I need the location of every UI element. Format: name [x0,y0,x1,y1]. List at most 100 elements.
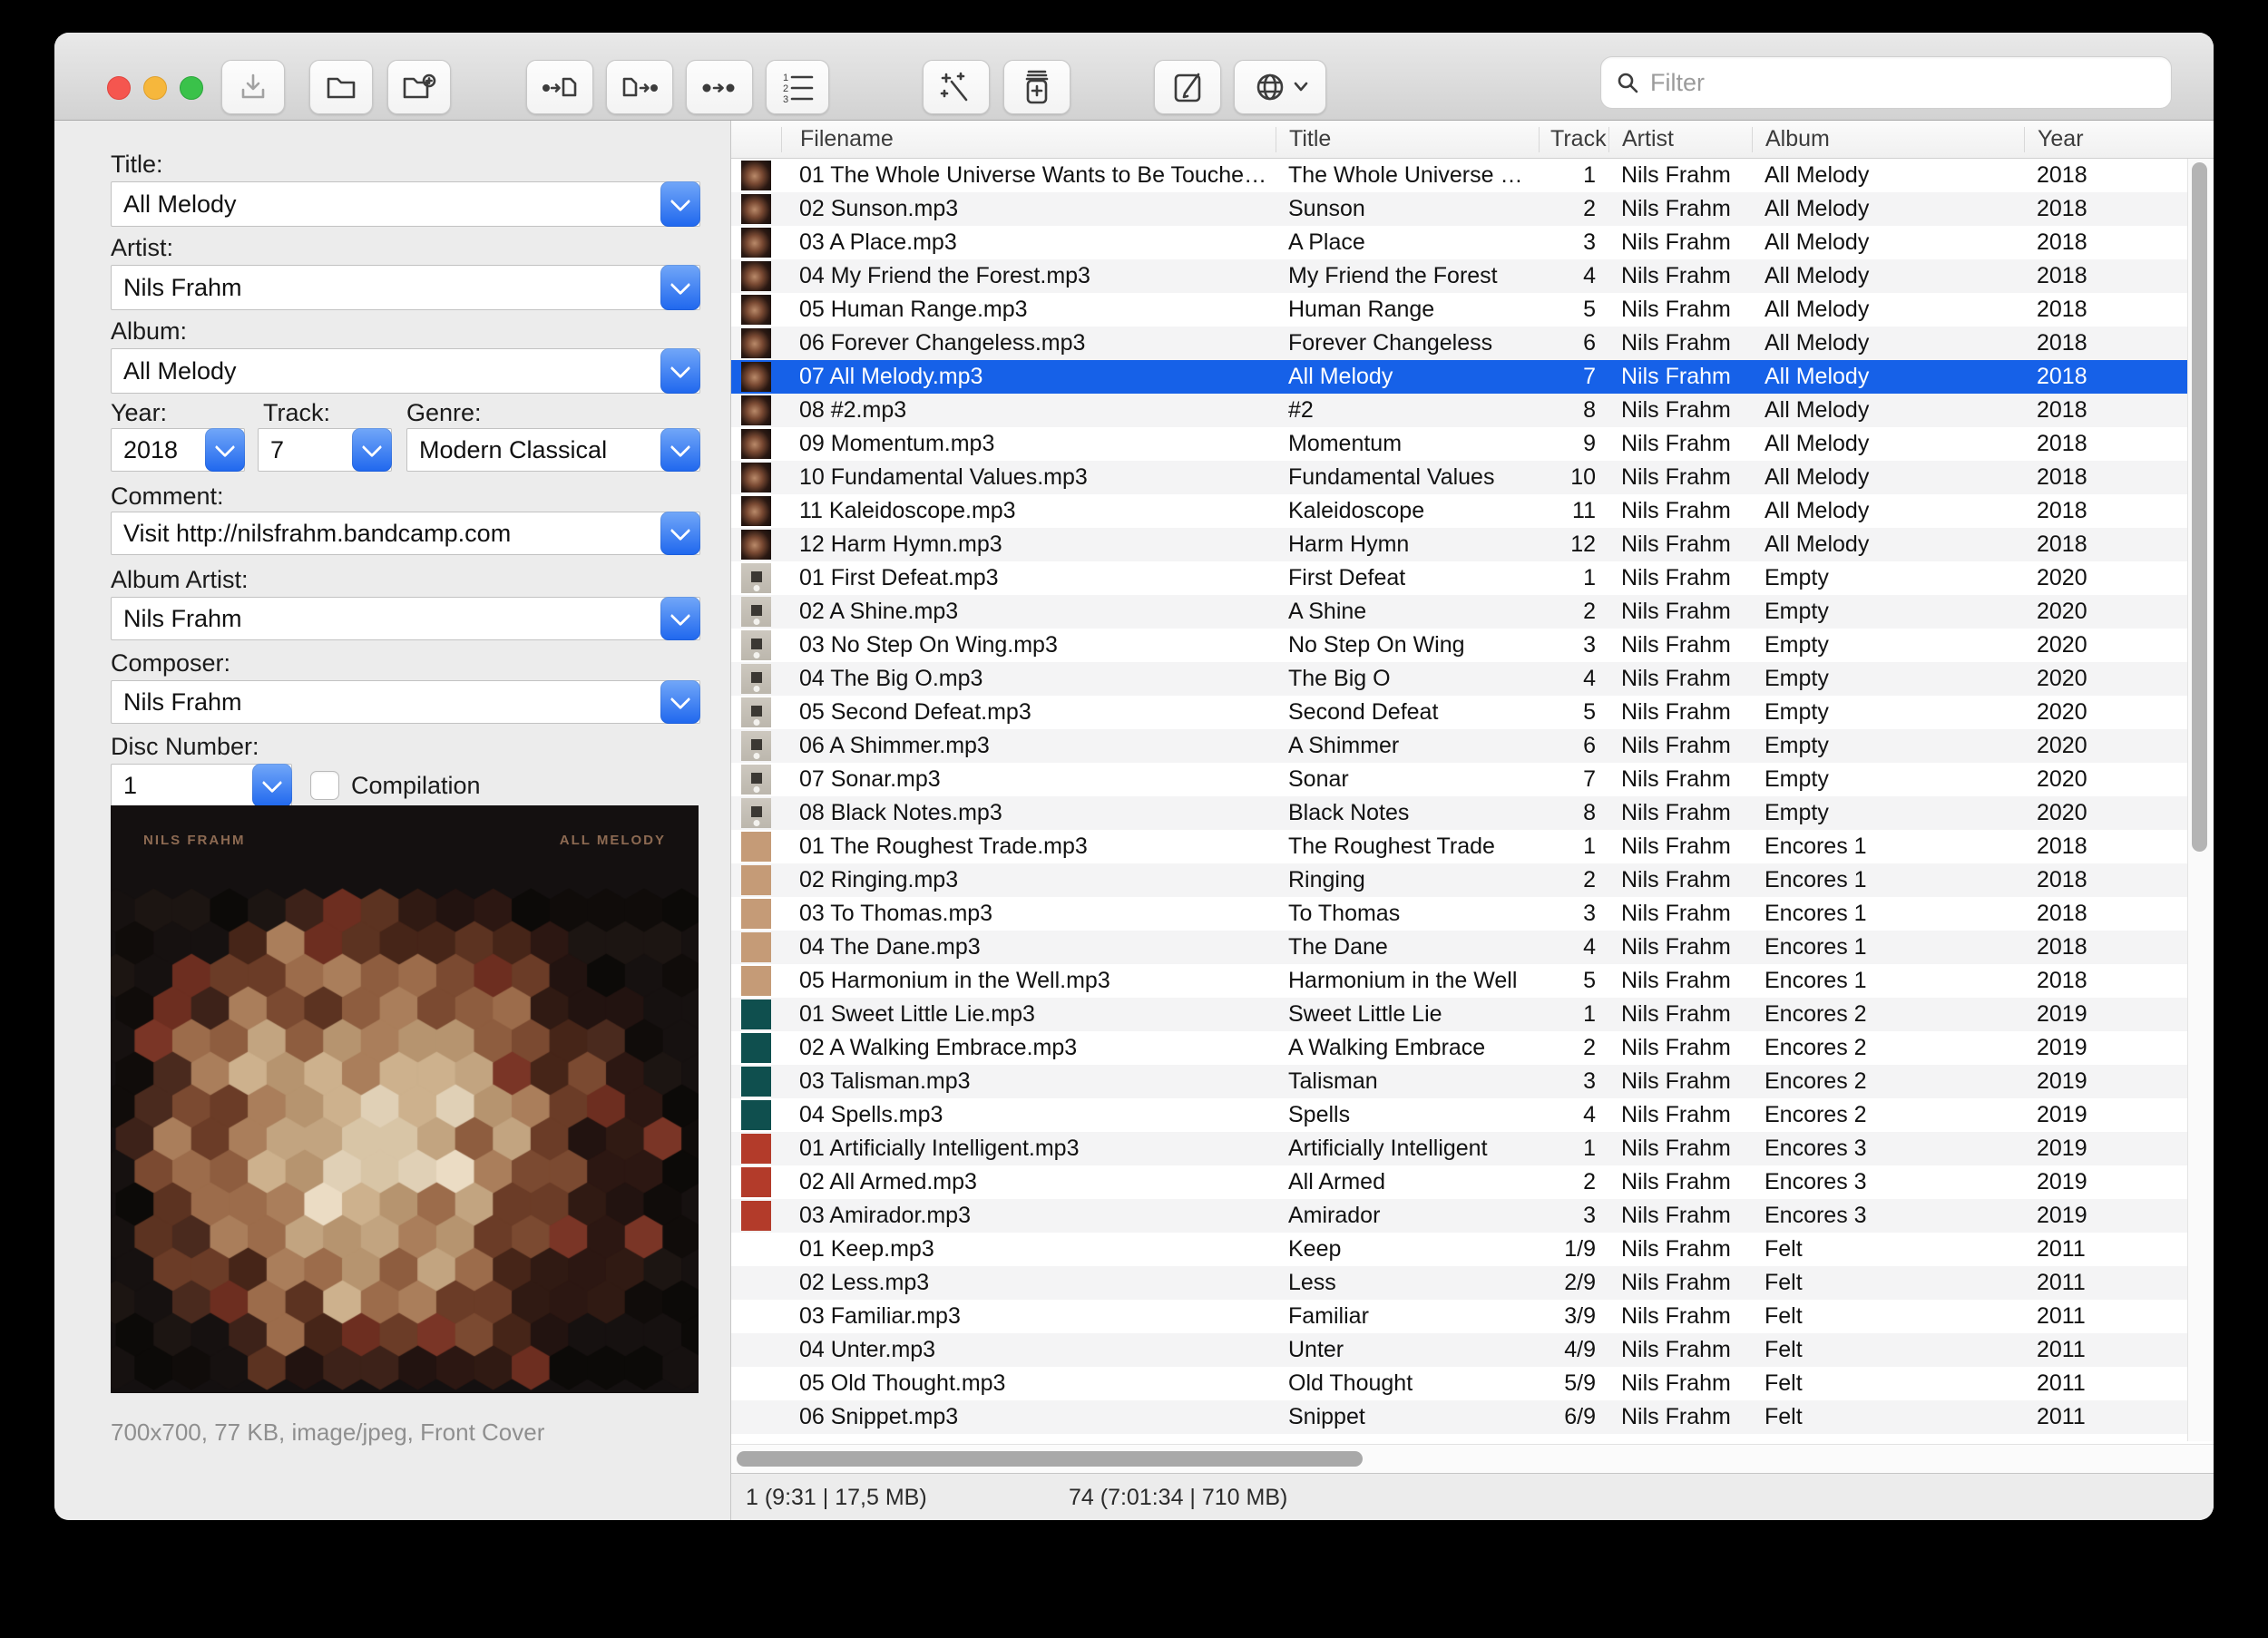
comment-input[interactable] [112,512,660,554]
table-row[interactable]: 07 Kind.mp3 Kind 7/9 Nils Frahm Felt 201… [731,1434,2189,1441]
filter-field[interactable] [1600,56,2172,109]
add-folder-button[interactable] [387,60,451,114]
album-artwork[interactable]: NILS FRAHM ALL MELODY [111,805,699,1393]
zoom-window-button[interactable] [180,76,203,100]
table-row[interactable]: 04 The Big O.mp3 The Big O 4 Nils Frahm … [731,662,2189,696]
title-input[interactable] [112,182,660,226]
table-row[interactable]: 06 A Shimmer.mp3 A Shimmer 6 Nils Frahm … [731,729,2189,763]
artwork-album-text: ALL MELODY [559,833,666,848]
table-row[interactable]: 01 Sweet Little Lie.mp3 Sweet Little Lie… [731,998,2189,1031]
year-input[interactable] [112,429,205,471]
artist-input[interactable] [112,266,660,309]
artist-combo[interactable] [111,265,700,310]
web-lookup-button[interactable] [1234,60,1326,114]
table-row[interactable]: 05 Human Range.mp3 Human Range 5 Nils Fr… [731,293,2189,327]
table-row[interactable]: 02 A Walking Embrace.mp3 A Walking Embra… [731,1031,2189,1065]
table-row[interactable]: 01 The Roughest Trade.mp3 The Roughest T… [731,830,2189,863]
title-dropdown-button[interactable] [660,181,700,227]
column-header-year[interactable]: Year [2024,126,2189,152]
table-row[interactable]: 06 Snippet.mp3 Snippet 6/9 Nils Frahm Fe… [731,1400,2189,1434]
table-row[interactable]: 03 A Place.mp3 A Place 3 Nils Frahm All … [731,226,2189,259]
column-header-artist[interactable]: Artist [1608,126,1752,152]
genre-combo[interactable] [406,428,700,472]
disc-number-combo[interactable] [111,764,292,807]
table-row[interactable]: 04 Unter.mp3 Unter 4/9 Nils Frahm Felt 2… [731,1333,2189,1367]
table-row[interactable]: 04 The Dane.mp3 The Dane 4 Nils Frahm En… [731,931,2189,964]
horizontal-scrollbar[interactable] [731,1444,2214,1474]
save-button[interactable] [221,60,285,114]
compilation-checkbox[interactable] [310,771,339,800]
table-row[interactable]: 05 Harmonium in the Well.mp3 Harmonium i… [731,964,2189,998]
album-input[interactable] [112,349,660,393]
table-row[interactable]: 12 Harm Hymn.mp3 Harm Hymn 12 Nils Frahm… [731,528,2189,561]
open-folder-button[interactable] [309,60,373,114]
table-row[interactable]: 01 Artificially Intelligent.mp3 Artifici… [731,1132,2189,1165]
table-row[interactable]: 02 Ringing.mp3 Ringing 2 Nils Frahm Enco… [731,863,2189,897]
album-combo[interactable] [111,348,700,394]
table-row[interactable]: 06 Forever Changeless.mp3 Forever Change… [731,327,2189,360]
table-row[interactable]: 03 Familiar.mp3 Familiar 3/9 Nils Frahm … [731,1300,2189,1333]
table-row[interactable]: 02 A Shine.mp3 A Shine 2 Nils Frahm Empt… [731,595,2189,629]
vertical-scrollbar[interactable] [2187,159,2214,1441]
table-row[interactable]: 07 Sonar.mp3 Sonar 7 Nils Frahm Empty 20… [731,763,2189,796]
table-row[interactable]: 02 Sunson.mp3 Sunson 2 Nils Frahm All Me… [731,192,2189,226]
track-input[interactable] [259,429,352,471]
column-header-track[interactable]: Track [1539,126,1608,152]
horizontal-scrollbar-thumb[interactable] [737,1451,1363,1467]
edit-tags-button[interactable] [1154,60,1221,114]
year-combo[interactable] [111,428,245,472]
table-row[interactable]: 05 Old Thought.mp3 Old Thought 5/9 Nils … [731,1367,2189,1400]
renumber-tracks-button[interactable]: 1 2 3 [766,60,829,114]
genre-dropdown-button[interactable] [660,428,700,472]
album-artist-input[interactable] [112,598,660,639]
track-dropdown-button[interactable] [352,428,392,472]
table-row[interactable]: 01 Keep.mp3 Keep 1/9 Nils Frahm Felt 201… [731,1233,2189,1266]
composer-input[interactable] [112,681,660,723]
album-artist-dropdown-button[interactable] [660,597,700,640]
table-row[interactable]: 02 All Armed.mp3 All Armed 2 Nils Frahm … [731,1165,2189,1199]
year-dropdown-button[interactable] [205,428,245,472]
table-row[interactable]: 03 To Thomas.mp3 To Thomas 3 Nils Frahm … [731,897,2189,931]
autotag-button[interactable] [923,60,990,114]
vertical-scrollbar-thumb[interactable] [2192,162,2207,852]
table-row[interactable]: 02 Less.mp3 Less 2/9 Nils Frahm Felt 201… [731,1266,2189,1300]
column-header-album[interactable]: Album [1752,126,2024,152]
table-row[interactable]: 04 My Friend the Forest.mp3 My Friend th… [731,259,2189,293]
tag-to-filename-button[interactable] [526,60,593,114]
disc-number-input[interactable] [112,765,252,806]
minimize-window-button[interactable] [143,76,167,100]
column-header-title[interactable]: Title [1276,126,1539,152]
table-row[interactable]: 08 #2.mp3 #2 8 Nils Frahm All Melody 201… [731,394,2189,427]
clean-tags-button[interactable] [1003,60,1070,114]
column-header-thumbnail[interactable] [731,127,781,152]
table-row[interactable]: 03 Talisman.mp3 Talisman 3 Nils Frahm En… [731,1065,2189,1098]
filter-input[interactable] [1648,67,2171,98]
table-row[interactable]: 10 Fundamental Values.mp3 Fundamental Va… [731,461,2189,494]
album-artist-combo[interactable] [111,597,700,640]
table-row[interactable]: 08 Black Notes.mp3 Black Notes 8 Nils Fr… [731,796,2189,830]
table-row[interactable]: 03 Amirador.mp3 Amirador 3 Nils Frahm En… [731,1199,2189,1233]
table-row[interactable]: 09 Momentum.mp3 Momentum 9 Nils Frahm Al… [731,427,2189,461]
genre-input[interactable] [407,429,660,471]
column-header-filename[interactable]: Filename [781,126,1276,152]
table-row[interactable]: 05 Second Defeat.mp3 Second Defeat 5 Nil… [731,696,2189,729]
table-row[interactable]: 01 The Whole Universe Wants to Be Touche… [731,159,2189,192]
composer-dropdown-button[interactable] [660,680,700,724]
filename-to-tag-button[interactable] [606,60,673,114]
artist-dropdown-button[interactable] [660,265,700,310]
table-row[interactable]: 11 Kaleidoscope.mp3 Kaleidoscope 11 Nils… [731,494,2189,528]
comment-dropdown-button[interactable] [660,512,700,555]
disc-number-dropdown-button[interactable] [252,764,292,807]
table-row[interactable]: 03 No Step On Wing.mp3 No Step On Wing 3… [731,629,2189,662]
composer-combo[interactable] [111,680,700,724]
tag-to-tag-button[interactable] [686,60,753,114]
comment-combo[interactable] [111,512,700,555]
table-row[interactable]: 07 All Melody.mp3 All Melody 7 Nils Frah… [731,360,2189,394]
table-row[interactable]: 04 Spells.mp3 Spells 4 Nils Frahm Encore… [731,1098,2189,1132]
album-dropdown-button[interactable] [660,348,700,394]
track-combo[interactable] [258,428,392,472]
cell-filename: 01 First Defeat.mp3 [799,565,999,590]
close-window-button[interactable] [107,76,131,100]
title-combo[interactable] [111,181,700,227]
table-row[interactable]: 01 First Defeat.mp3 First Defeat 1 Nils … [731,561,2189,595]
